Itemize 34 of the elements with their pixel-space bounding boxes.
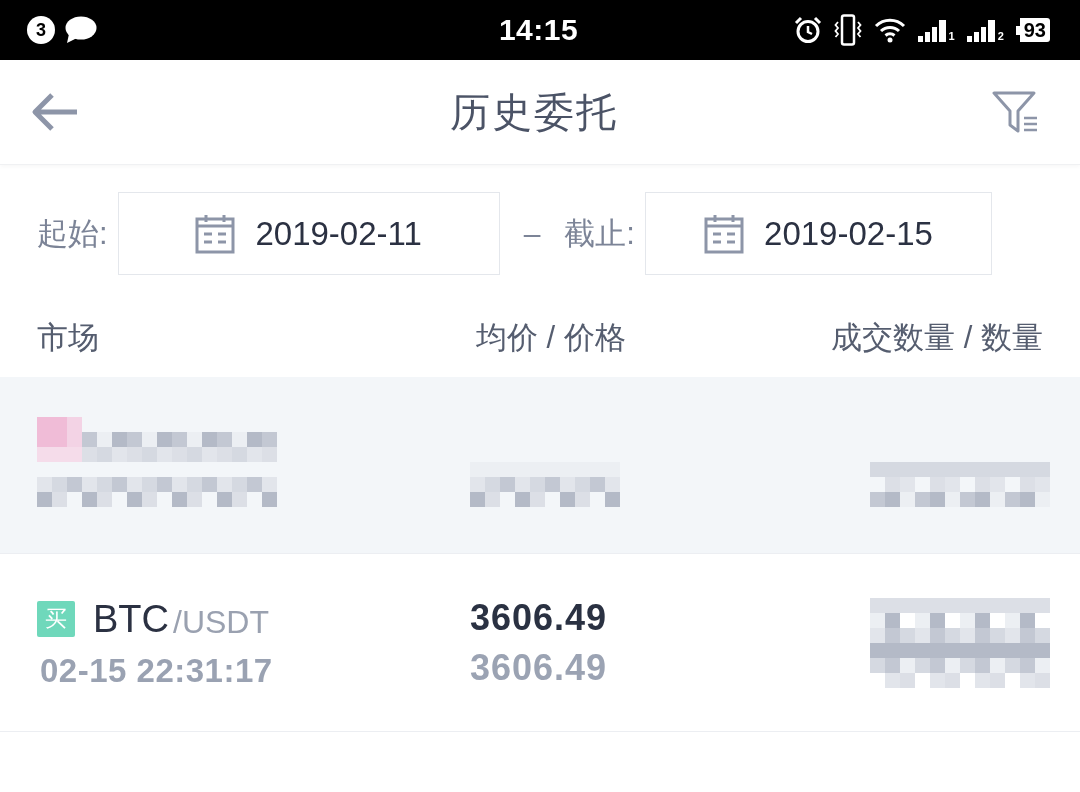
start-date-label: 起始: bbox=[37, 214, 108, 253]
chat-bubble-icon bbox=[65, 16, 97, 44]
column-header: 均价 / 价格 bbox=[476, 319, 626, 357]
alarm-clock-icon bbox=[793, 16, 822, 44]
back-button[interactable] bbox=[30, 92, 78, 132]
order-row[interactable] bbox=[0, 377, 1080, 554]
order-row[interactable]: 买 BTC/USDT 02-15 22:31:17 3606.49 3606.49 bbox=[0, 554, 1080, 732]
column-header: 市场 bbox=[37, 319, 99, 357]
filter-button[interactable] bbox=[992, 91, 1038, 133]
end-date-label: 截止: bbox=[564, 214, 635, 253]
clock-time: 14:15 bbox=[498, 13, 579, 47]
start-date-field[interactable]: 2019-02-11 bbox=[117, 192, 500, 275]
base-currency: BTC bbox=[93, 597, 169, 641]
calendar-icon bbox=[704, 213, 745, 254]
wifi-icon bbox=[873, 17, 906, 43]
buy-tag: 买 bbox=[37, 601, 75, 637]
notification-count: 3 bbox=[27, 16, 55, 44]
signal-bars-icon bbox=[917, 18, 948, 42]
order-price: 3606.49 bbox=[470, 647, 608, 689]
filter-icon bbox=[992, 91, 1038, 133]
range-dash: – bbox=[523, 216, 541, 251]
sim-slot-number: 1 bbox=[948, 31, 955, 42]
battery-level: 93 bbox=[1015, 18, 1050, 42]
column-header: 成交数量 / 数量 bbox=[831, 319, 1043, 357]
end-date-field[interactable]: 2019-02-15 bbox=[644, 192, 992, 275]
calendar-icon bbox=[195, 213, 236, 254]
signal-bars-icon bbox=[966, 18, 997, 42]
order-time: 02-15 22:31:17 bbox=[39, 652, 273, 690]
back-arrow-icon bbox=[30, 92, 78, 132]
average-price: 3606.49 bbox=[470, 597, 608, 639]
quote-currency: /USDT bbox=[173, 603, 269, 641]
vibrate-icon bbox=[833, 14, 862, 46]
sim-slot-number: 2 bbox=[997, 31, 1004, 42]
page-title: 历史委托 bbox=[450, 88, 618, 136]
